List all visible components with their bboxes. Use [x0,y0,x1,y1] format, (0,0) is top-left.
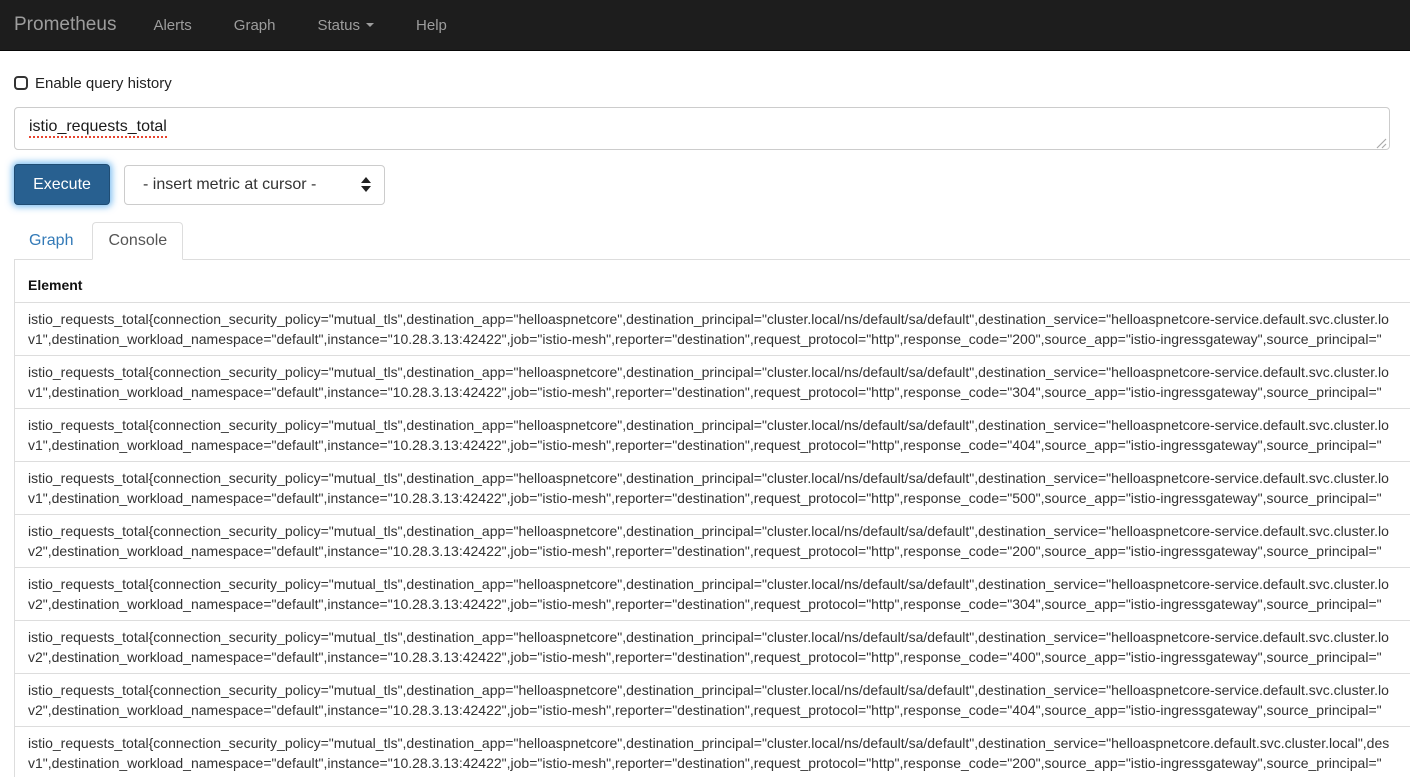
metric-text: istio_requests_total{connection_security… [28,311,1389,327]
element-column-header: Element [15,260,1410,303]
table-row: istio_requests_total{connection_security… [15,303,1410,356]
nav-item-graph-label: Graph [233,16,276,34]
metric-text: istio_requests_total{connection_security… [28,364,1389,380]
metric-text: istio_requests_total{connection_security… [28,576,1389,592]
metric-text: v1",destination_workload_namespace="defa… [28,384,1382,400]
metric-text: v1",destination_workload_namespace="defa… [28,437,1382,453]
nav-item-graph[interactable]: Graph [213,17,297,34]
nav-item-status[interactable]: Status [297,17,396,34]
query-expression-input[interactable]: istio_requests_total [14,107,1390,150]
enable-query-history-checkbox[interactable] [14,76,28,90]
table-row: istio_requests_total{connection_security… [15,409,1410,462]
page-content: Enable query history istio_requests_tota… [0,75,1410,777]
table-row: istio_requests_total{connection_security… [15,674,1410,727]
insert-metric-select-value: - insert metric at cursor - [143,175,317,193]
navbar: Prometheus Alerts Graph Status Help [0,0,1410,51]
result-tabs-area: Graph Console Element istio_requests_tot… [14,222,1410,777]
metric-text: v1",destination_workload_namespace="defa… [28,755,1382,771]
metric-text: istio_requests_total{connection_security… [28,629,1389,645]
tab-bar: Graph Console [14,222,1410,260]
table-row: istio_requests_total{connection_security… [15,727,1410,777]
metric-text: v1",destination_workload_namespace="defa… [28,331,1382,347]
nav-item-help-label: Help [416,16,447,34]
query-history-row: Enable query history [14,75,1410,92]
metric-text: v2",destination_workload_namespace="defa… [28,543,1382,559]
metric-text: v1",destination_workload_namespace="defa… [28,490,1382,506]
metric-text: istio_requests_total{connection_security… [28,523,1389,539]
chevron-down-icon [366,23,375,27]
table-row: istio_requests_total{connection_security… [15,568,1410,621]
metric-text: istio_requests_total{connection_security… [28,417,1389,433]
metric-text: v2",destination_workload_namespace="defa… [28,596,1382,612]
nav-item-alerts-label: Alerts [153,16,192,34]
metric-text: v2",destination_workload_namespace="defa… [28,649,1382,665]
tab-console[interactable]: Console [92,222,184,260]
metric-text: v2",destination_workload_namespace="defa… [28,702,1382,718]
metric-text: istio_requests_total{connection_security… [28,682,1389,698]
metric-text: istio_requests_total{connection_security… [28,735,1390,751]
query-controls: Execute - insert metric at cursor - [14,164,1410,205]
brand-link[interactable]: Prometheus [14,14,116,36]
select-updown-icon [361,177,371,192]
nav-item-help[interactable]: Help [395,17,468,34]
table-row: istio_requests_total{connection_security… [15,356,1410,409]
console-panel: Element istio_requests_total{connection_… [14,260,1410,777]
metric-text: istio_requests_total{connection_security… [28,470,1389,486]
resize-handle-icon[interactable] [1376,136,1387,149]
query-expression-value: istio_requests_total [29,118,167,138]
table-row: istio_requests_total{connection_security… [15,621,1410,674]
table-row: istio_requests_total{connection_security… [15,462,1410,515]
execute-button[interactable]: Execute [14,164,110,205]
nav-item-alerts[interactable]: Alerts [132,17,212,34]
tab-graph[interactable]: Graph [14,223,88,259]
table-row: istio_requests_total{connection_security… [15,515,1410,568]
enable-query-history-label[interactable]: Enable query history [35,75,172,92]
nav-item-status-label: Status [317,16,361,34]
insert-metric-select[interactable]: - insert metric at cursor - [124,164,385,205]
